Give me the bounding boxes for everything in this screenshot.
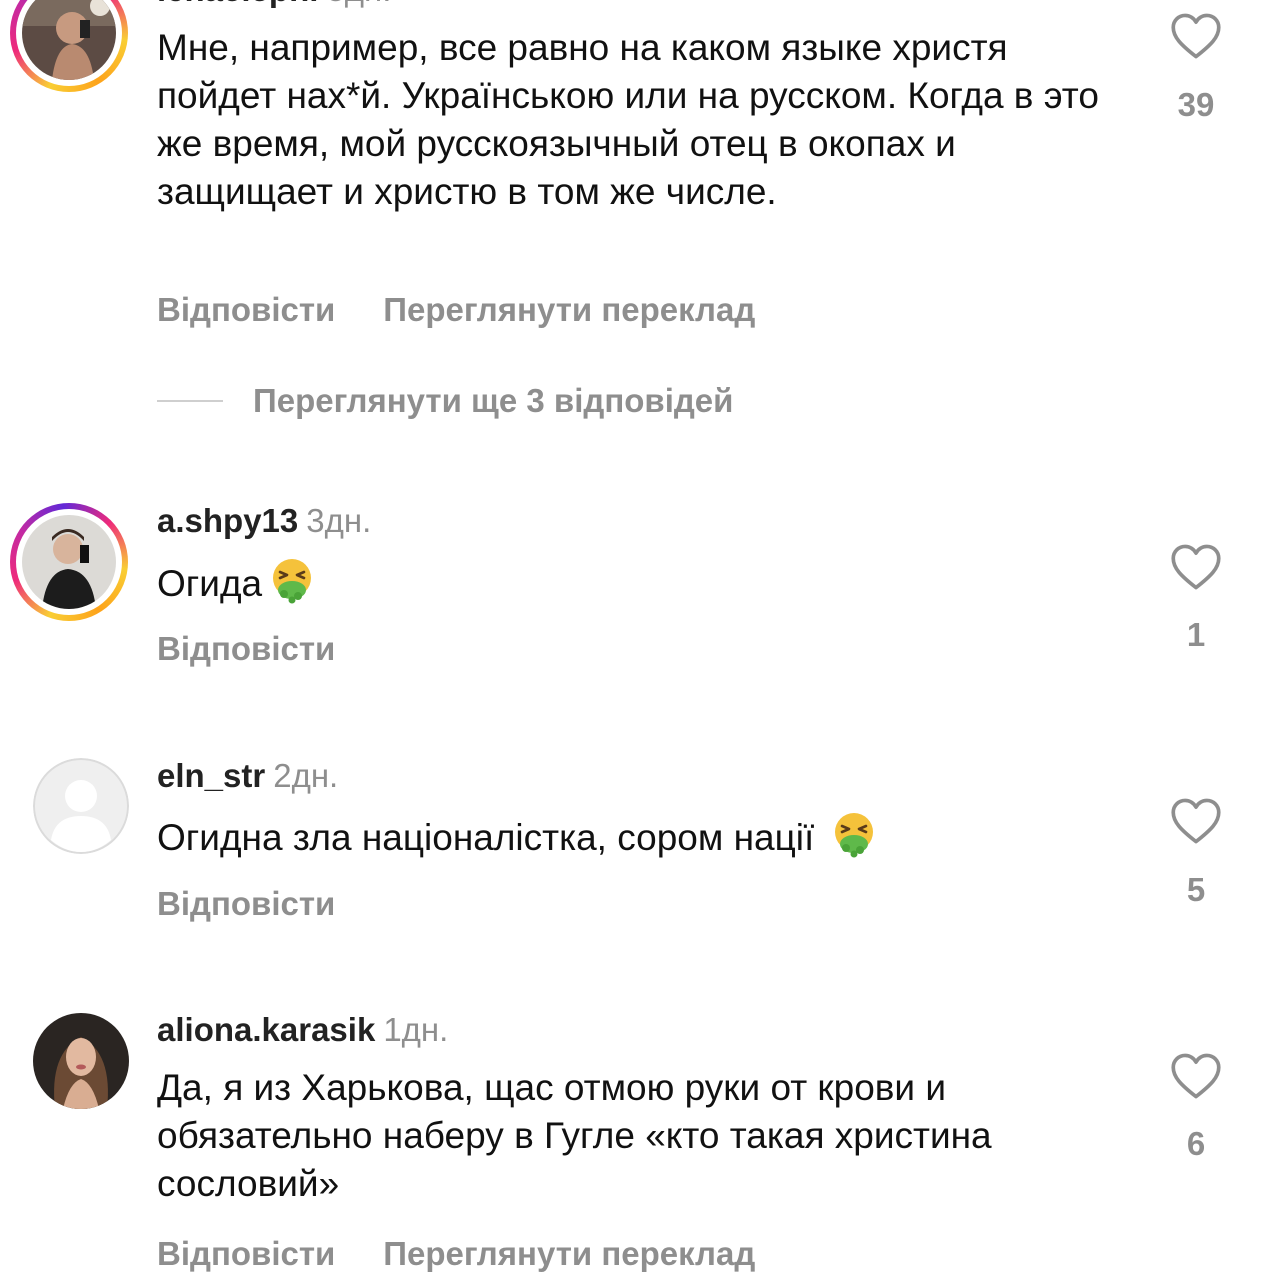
comment-text: Огида [157,563,263,604]
comment-username[interactable]: eln_str [157,757,265,794]
reply-button[interactable]: Відповісти [157,630,335,667]
comment-text: Мне, например, все равно на каком языке … [157,27,1099,212]
comment-time: 2дн. [273,757,339,794]
nauseated-face-icon [268,556,316,604]
comment-text-container: Огида [157,556,1107,608]
like-button[interactable] [1170,1052,1222,1100]
like-button[interactable] [1170,797,1222,845]
like-count: 5 [1186,871,1206,908]
comment-text: Да, я из Харькова, щас отмою руки от кро… [157,1067,992,1204]
story-ring[interactable] [10,0,128,92]
comment-username[interactable]: aliona.karasik [157,1011,375,1048]
like-count: 1 [1186,616,1206,653]
comment-time: 3дн. [326,0,391,8]
nauseated-face-icon [830,810,878,858]
view-more-replies-button[interactable]: Переглянути ще 3 відповідей [157,382,733,422]
see-translation-button[interactable]: Переглянути переклад [383,291,755,328]
default-user-icon [33,758,129,854]
comments-feed: ichaelephi 3дн. Мне, например, все равно … [0,0,1280,1276]
comment-username[interactable]: a.shpy13 [157,502,298,539]
like-button[interactable] [1170,12,1222,60]
comment-text-container: Огидна зла націоналістка, сором нації [157,810,1107,862]
comment-text: Огидна зла націоналістка, сором нації [157,817,815,858]
heart-icon [1171,13,1221,59]
avatar[interactable] [33,758,129,854]
see-translation-button[interactable]: Переглянути переклад [383,1235,755,1272]
story-ring[interactable] [10,503,128,621]
view-more-replies-label[interactable]: Переглянути ще 3 відповідей [253,382,733,419]
like-button[interactable] [1170,543,1222,591]
like-count: 39 [1177,86,1215,123]
avatar[interactable] [33,1013,129,1109]
reply-button[interactable]: Відповісти [157,291,335,328]
reply-button[interactable]: Відповісти [157,1235,335,1272]
heart-icon [1171,1053,1221,1099]
like-count: 6 [1186,1125,1206,1162]
comment-username[interactable]: ichaelephi [157,0,318,8]
comment-time: 3дн. [306,502,372,539]
replies-divider [157,400,223,402]
heart-icon [1171,544,1221,590]
comment-time: 1дн. [383,1011,449,1048]
reply-button[interactable]: Відповісти [157,885,335,922]
heart-icon [1171,798,1221,844]
avatar[interactable] [22,515,116,609]
